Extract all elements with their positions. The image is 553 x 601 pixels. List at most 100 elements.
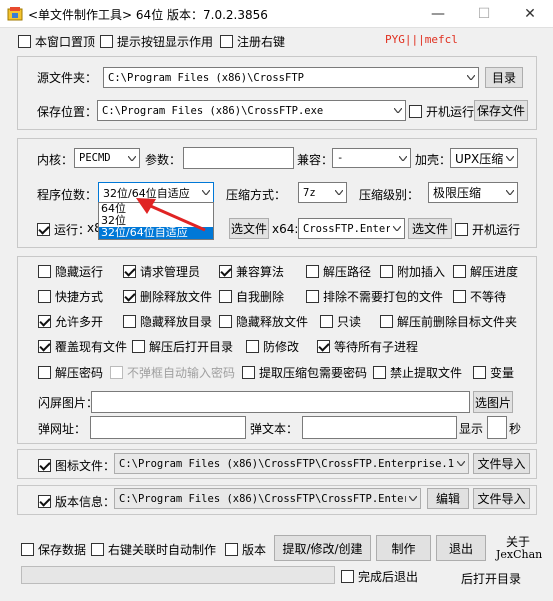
hide-release-file-checkbox[interactable]: [219, 315, 232, 328]
save-file-button[interactable]: 保存文件: [474, 100, 528, 121]
variable-option[interactable]: 变量: [473, 364, 514, 381]
open-dir-after-checkbox[interactable]: [132, 340, 145, 353]
extract-path-option[interactable]: 解压路径: [306, 263, 371, 280]
hide-run-option[interactable]: 隐藏运行: [38, 263, 103, 280]
save-data-checkbox[interactable]: [21, 543, 34, 556]
choose-image-button[interactable]: 选图片: [473, 391, 513, 413]
chevron-down-icon[interactable]: [332, 183, 346, 202]
hide-release-file-option[interactable]: 隐藏释放文件: [219, 313, 308, 330]
exclude-files-checkbox[interactable]: [306, 290, 319, 303]
delete-released-option[interactable]: 删除释放文件: [123, 288, 212, 305]
shortcut-checkbox[interactable]: [38, 290, 51, 303]
display-seconds-input[interactable]: [487, 416, 507, 439]
compat-algo-option[interactable]: 兼容算法: [219, 263, 284, 280]
icon-file-checkbox[interactable]: [38, 459, 51, 472]
minimize-button[interactable]: —: [415, 0, 461, 28]
version-edit-button[interactable]: 编辑: [427, 488, 469, 509]
register-context-menu-option[interactable]: 注册右键: [220, 33, 285, 50]
anti-modify-option[interactable]: 防修改: [246, 338, 299, 355]
shortcut-option[interactable]: 快捷方式: [38, 288, 103, 305]
save-data-option[interactable]: 保存数据: [21, 541, 86, 558]
chevron-down-icon[interactable]: [391, 101, 405, 120]
extract-progress-checkbox[interactable]: [453, 265, 466, 278]
readonly-checkbox[interactable]: [320, 315, 333, 328]
x64-combo[interactable]: CrossFTP.Enter: [298, 218, 405, 239]
select-file-2-button[interactable]: 选文件: [408, 218, 452, 239]
chevron-down-icon[interactable]: [503, 183, 517, 202]
select-file-button[interactable]: 选文件: [229, 218, 269, 239]
version-info-option[interactable]: 版本信息：: [38, 493, 115, 510]
attach-insert-option[interactable]: 附加插入: [380, 263, 445, 280]
exit-button[interactable]: 退出: [436, 535, 486, 561]
exit-after-done-option[interactable]: 完成后退出: [341, 568, 418, 585]
version-checkbox[interactable]: [225, 543, 238, 556]
hide-release-dir-option[interactable]: 隐藏释放目录: [123, 313, 212, 330]
chevron-down-icon[interactable]: [390, 219, 404, 238]
params-input[interactable]: [183, 147, 294, 169]
extract-need-password-option[interactable]: 提取压缩包需要密码: [242, 364, 367, 381]
chevron-down-icon[interactable]: [406, 489, 420, 508]
popup-url-input[interactable]: [90, 416, 246, 439]
run-checkbox[interactable]: [37, 223, 50, 236]
source-folder-combo[interactable]: C:\Program Files (x86)\CrossFTP: [103, 67, 479, 88]
self-delete-option[interactable]: 自我删除: [219, 288, 284, 305]
multi-instance-option[interactable]: 允许多开: [38, 313, 103, 330]
overwrite-option[interactable]: 覆盖现有文件: [38, 338, 127, 355]
extract-need-password-checkbox[interactable]: [242, 366, 255, 379]
extract-path-checkbox[interactable]: [306, 265, 319, 278]
extract-password-option[interactable]: 解压密码: [38, 364, 103, 381]
forbid-extract-option[interactable]: 禁止提取文件: [373, 364, 462, 381]
no-wait-option[interactable]: 不等待: [453, 288, 506, 305]
compat-algo-checkbox[interactable]: [219, 265, 232, 278]
show-tooltips-option[interactable]: 提示按钮显示作用: [100, 33, 213, 50]
run-option[interactable]: 运行：: [37, 221, 90, 238]
make-button[interactable]: 制作: [376, 535, 431, 561]
version-info-combo[interactable]: C:\Program Files (x86)\CrossFTP\CrossFTP…: [114, 488, 421, 509]
self-delete-checkbox[interactable]: [219, 290, 232, 303]
auto-make-option[interactable]: 右键关联时自动制作: [91, 541, 216, 558]
compat-combo[interactable]: -: [332, 148, 411, 168]
request-admin-checkbox[interactable]: [123, 265, 136, 278]
splash-image-input[interactable]: [91, 391, 470, 413]
multi-instance-checkbox[interactable]: [38, 315, 51, 328]
wait-subprocess-option[interactable]: 等待所有子进程: [317, 338, 418, 355]
chevron-down-icon[interactable]: [396, 149, 410, 167]
hide-run-checkbox[interactable]: [38, 265, 51, 278]
autorun-2-checkbox[interactable]: [455, 223, 468, 236]
stay-on-top-checkbox[interactable]: [18, 35, 31, 48]
chevron-down-icon[interactable]: [454, 454, 468, 473]
register-context-menu-checkbox[interactable]: [220, 35, 233, 48]
kernel-combo[interactable]: PECMD: [74, 148, 140, 168]
extract-modify-create-button[interactable]: 提取/修改/创建: [274, 535, 371, 561]
compress-level-combo[interactable]: 极限压缩: [428, 182, 518, 203]
chevron-down-icon[interactable]: [503, 149, 517, 167]
close-button[interactable]: ✕: [507, 0, 553, 28]
popup-text-input[interactable]: [302, 416, 457, 439]
attach-insert-checkbox[interactable]: [380, 265, 393, 278]
readonly-option[interactable]: 只读: [320, 313, 361, 330]
chevron-down-icon[interactable]: [464, 68, 478, 87]
show-tooltips-checkbox[interactable]: [100, 35, 113, 48]
version-option[interactable]: 版本: [225, 541, 266, 558]
stay-on-top-option[interactable]: 本窗口置顶: [18, 33, 95, 50]
autorun-checkbox[interactable]: [409, 105, 422, 118]
autorun-2-option[interactable]: 开机运行: [455, 221, 520, 238]
forbid-extract-checkbox[interactable]: [373, 366, 386, 379]
request-admin-option[interactable]: 请求管理员: [123, 263, 200, 280]
wait-subprocess-checkbox[interactable]: [317, 340, 330, 353]
no-wait-checkbox[interactable]: [453, 290, 466, 303]
shell-combo[interactable]: UPX压缩: [450, 148, 518, 168]
save-location-combo[interactable]: C:\Program Files (x86)\CrossFTP.exe: [97, 100, 406, 121]
extract-progress-option[interactable]: 解压进度: [453, 263, 518, 280]
exit-after-done-checkbox[interactable]: [341, 570, 354, 583]
open-dir-after-option[interactable]: 解压后打开目录: [132, 338, 233, 355]
hide-release-dir-checkbox[interactable]: [123, 315, 136, 328]
chevron-down-icon[interactable]: [125, 149, 139, 167]
auto-make-checkbox[interactable]: [91, 543, 104, 556]
delete-target-option[interactable]: 解压前删除目标文件夹: [380, 313, 517, 330]
browse-folder-button[interactable]: 目录: [485, 67, 523, 88]
delete-target-checkbox[interactable]: [380, 315, 393, 328]
delete-released-checkbox[interactable]: [123, 290, 136, 303]
icon-file-option[interactable]: 图标文件：: [38, 457, 115, 474]
compress-method-combo[interactable]: 7z: [298, 182, 347, 203]
